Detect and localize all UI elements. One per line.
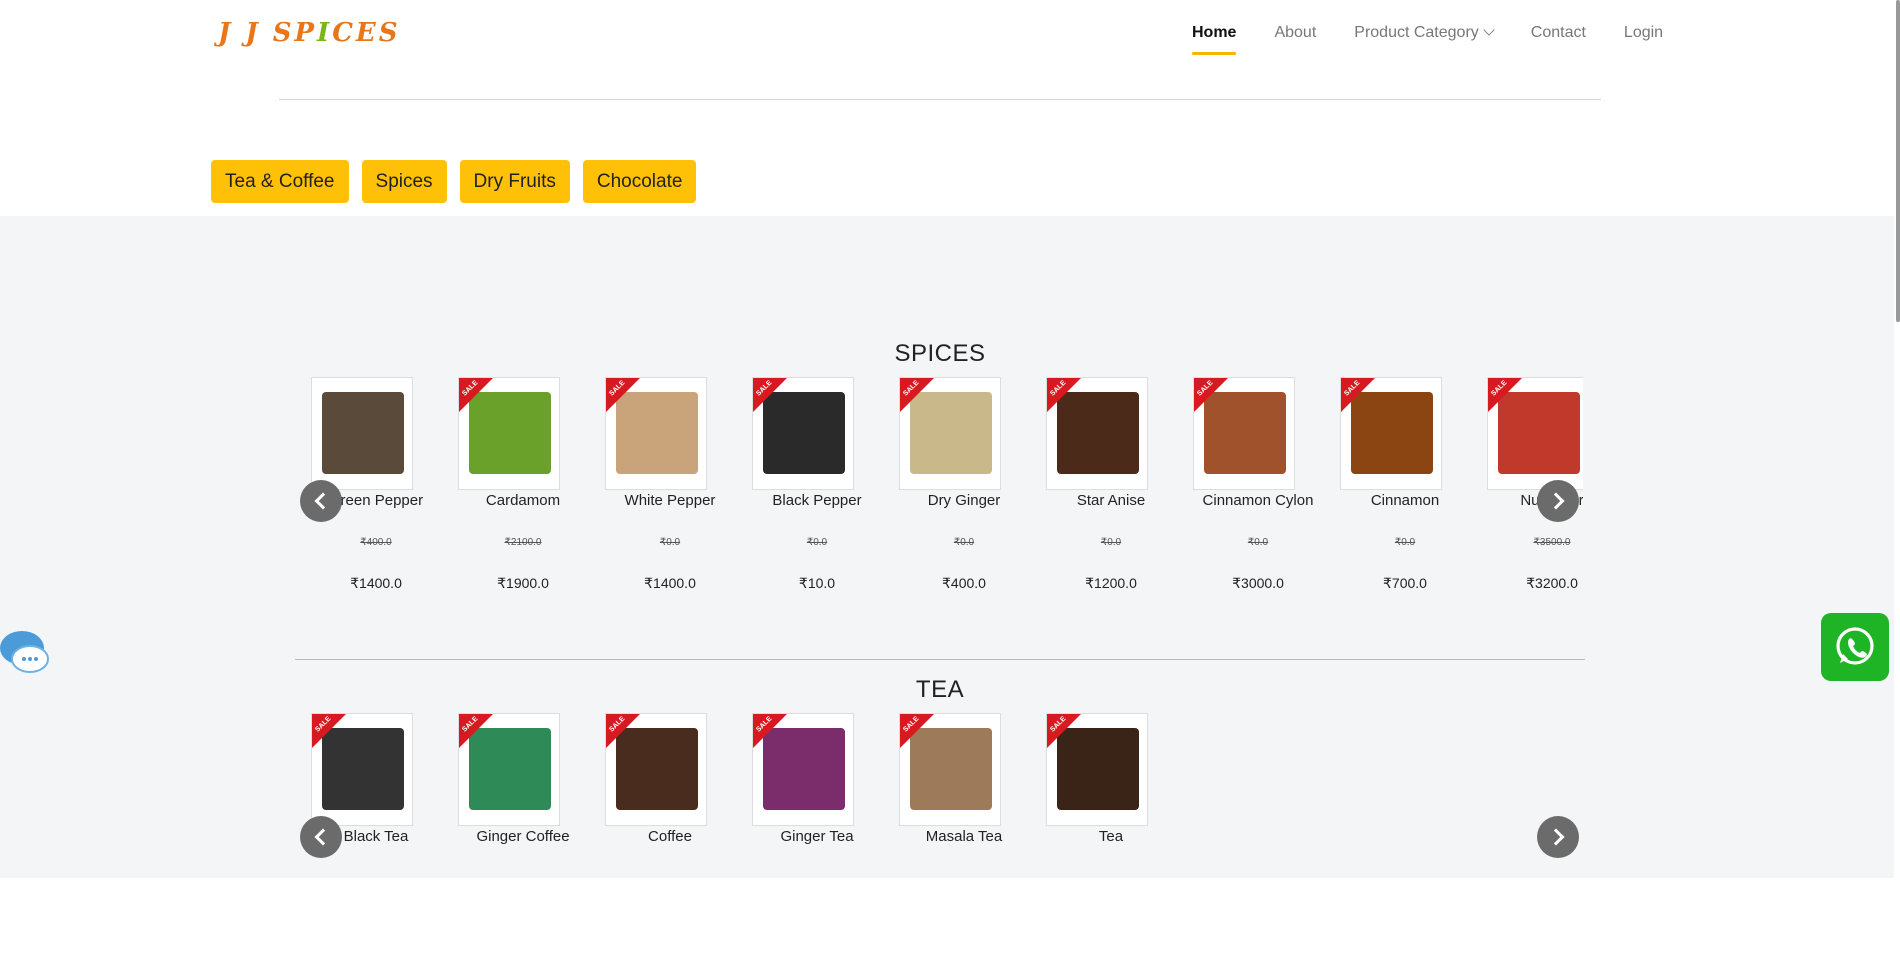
chevron-down-icon <box>1483 24 1495 36</box>
nav-product-category[interactable]: Product Category <box>1354 24 1495 56</box>
product-name[interactable]: Cinnamon <box>1340 492 1470 509</box>
product-image[interactable]: SALE <box>605 377 707 490</box>
product-old-price: ₹0.0 <box>806 537 828 548</box>
product-name[interactable]: Dry Ginger <box>899 492 1029 509</box>
product-image[interactable]: SALE <box>899 377 1001 490</box>
header: J J SPICES Home About Product Category Cont… <box>0 0 1900 216</box>
carousel-next-button[interactable] <box>1537 480 1579 522</box>
section-title-spices: SPICES <box>894 340 986 367</box>
product-name[interactable]: Cinnamon Cylon <box>1193 492 1323 509</box>
product-price: ₹1200.0 <box>1085 575 1137 591</box>
nav-label: Product Category <box>1354 24 1479 41</box>
product-carousel-tea: SALE Black Tea SALE Ginger Coffee SALE Coffee… <box>311 713 1583 973</box>
product-old-price: ₹0.0 <box>1247 537 1269 548</box>
carousel-prev-button[interactable] <box>300 816 342 858</box>
product-image[interactable]: SALE <box>1046 713 1148 826</box>
nav-login[interactable]: Login <box>1624 24 1663 56</box>
nav-label: Home <box>1192 24 1237 41</box>
category-buttons: Tea & Coffee Spices Dry Fruits Chocolate <box>211 160 697 203</box>
product-image[interactable]: SALE <box>752 713 854 826</box>
scrollbar-thumb[interactable] <box>1896 0 1900 322</box>
product-name[interactable]: Ginger Tea <box>752 828 882 845</box>
section-title-tea: TEA <box>915 676 965 703</box>
main-nav: Home About Product Category Contact Login <box>1192 24 1701 56</box>
product-old-price: ₹3500.0 <box>1533 537 1571 548</box>
product-old-price: ₹0.0 <box>659 537 681 548</box>
chat-icon[interactable] <box>0 628 50 676</box>
carousel-prev-button[interactable] <box>300 480 342 522</box>
category-button[interactable]: Spices <box>361 160 447 203</box>
product-image[interactable]: SALE <box>1193 377 1295 490</box>
product-name[interactable]: Ginger Coffee <box>458 828 588 845</box>
nav-home[interactable]: Home <box>1192 24 1237 56</box>
product-image[interactable]: SALE <box>605 713 707 826</box>
product-old-price: ₹0.0 <box>1100 537 1122 548</box>
product-image[interactable]: SALE <box>899 713 1001 826</box>
product-price: ₹3000.0 <box>1232 575 1284 591</box>
category-button[interactable]: Dry Fruits <box>459 160 570 203</box>
product-image[interactable]: SALE <box>458 377 560 490</box>
product-name[interactable]: Coffee <box>605 828 735 845</box>
product-price: ₹1400.0 <box>350 575 402 591</box>
product-image[interactable]: SALE <box>752 377 854 490</box>
product-name[interactable]: Masala Tea <box>899 828 1029 845</box>
product-image[interactable]: SALE <box>1046 377 1148 490</box>
product-old-price: ₹400.0 <box>360 537 392 548</box>
product-price: ₹700.0 <box>1383 575 1427 591</box>
main-content: SPICES Green Pepper ₹400.0 ₹1400.0 SALE Card… <box>0 216 1900 878</box>
product-image[interactable]: SALE <box>1487 377 1583 490</box>
scrollbar[interactable] <box>1894 0 1900 878</box>
product-image[interactable] <box>311 377 413 490</box>
product-name[interactable]: Black Pepper <box>752 492 882 509</box>
product-price: ₹3200.0 <box>1526 575 1578 591</box>
product-old-price: ₹0.0 <box>1394 537 1416 548</box>
product-name[interactable]: Tea <box>1046 828 1176 845</box>
section-divider <box>295 659 1585 660</box>
carousel-next-button[interactable] <box>1537 816 1579 858</box>
logo[interactable]: J J SPICES <box>218 18 401 58</box>
category-button[interactable]: Chocolate <box>582 160 697 203</box>
nav-label: Contact <box>1530 24 1586 41</box>
product-old-price: ₹2100.0 <box>504 537 542 548</box>
header-divider <box>279 99 1601 100</box>
nav-label: About <box>1274 24 1317 41</box>
product-price: ₹1400.0 <box>644 575 696 591</box>
nav-about[interactable]: About <box>1274 24 1316 56</box>
product-photo <box>322 392 404 474</box>
product-name[interactable]: Star Anise <box>1046 492 1176 509</box>
whatsapp-icon[interactable] <box>1821 613 1889 681</box>
product-name[interactable]: Cardamom <box>458 492 588 509</box>
product-price: ₹400.0 <box>942 575 986 591</box>
nav-label: Login <box>1623 24 1664 41</box>
category-button[interactable]: Tea & Coffee <box>211 160 349 203</box>
product-price: ₹1900.0 <box>497 575 549 591</box>
nav-contact[interactable]: Contact <box>1531 24 1586 56</box>
product-old-price: ₹0.0 <box>953 537 975 548</box>
product-name[interactable]: White Pepper <box>605 492 735 509</box>
product-carousel-spices: Green Pepper ₹400.0 ₹1400.0 SALE Cardamom ₹21… <box>311 377 1583 637</box>
product-image[interactable]: SALE <box>458 713 560 826</box>
product-image[interactable]: SALE <box>311 713 413 826</box>
product-price: ₹10.0 <box>798 575 836 591</box>
product-image[interactable]: SALE <box>1340 377 1442 490</box>
